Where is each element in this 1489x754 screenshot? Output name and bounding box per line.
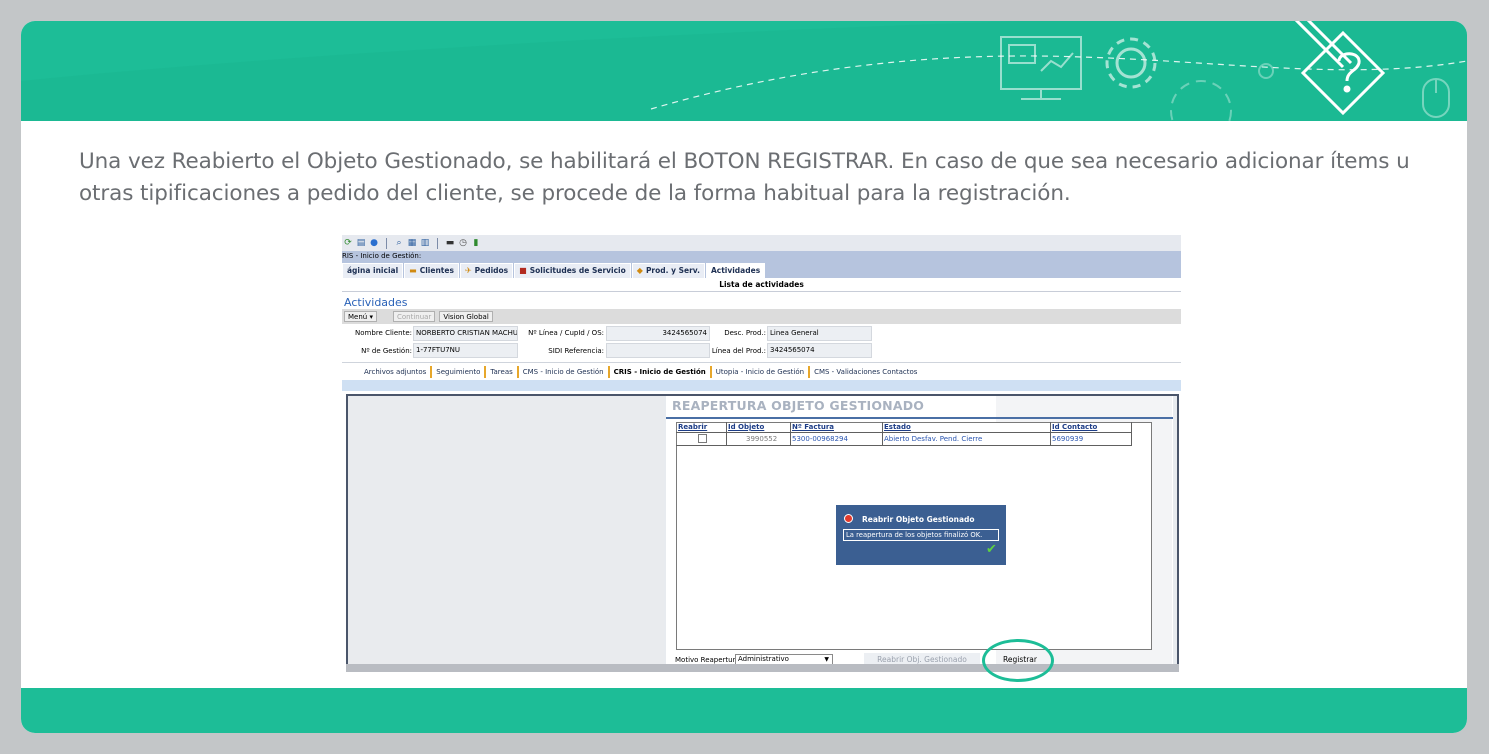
tab-label: Solicitudes de Servicio: [529, 266, 626, 275]
nro-linea-label: Nº Línea / CupId / OS:: [528, 329, 604, 337]
col-estado[interactable]: Estado: [884, 423, 911, 431]
header-banner: [21, 21, 1467, 121]
nombre-cliente-field[interactable]: NORBERTO CRISTIAN MACHUNS: [413, 326, 518, 341]
section-title: Actividades: [344, 296, 408, 309]
continuar-button[interactable]: Continuar: [392, 311, 436, 322]
desc-prod-field[interactable]: Linea General: [767, 326, 872, 341]
tab-pedidos[interactable]: ✈ Pedidos: [459, 263, 514, 278]
divider: [342, 362, 1181, 363]
tab-label: Pedidos: [474, 266, 509, 275]
grid-col-line: [1050, 422, 1051, 446]
tab-archivos-adjuntos[interactable]: Archivos adjuntos: [360, 366, 433, 378]
tab-prod-serv[interactable]: ◆ Prod. y Serv.: [631, 263, 705, 278]
grid-col-line: [1131, 422, 1132, 446]
cell-factura[interactable]: 5300-00968294: [792, 435, 848, 443]
tab-label: Actividades: [710, 266, 761, 275]
tab-pagina-inicial[interactable]: ágina inicial: [342, 263, 404, 278]
box-icon: ◆: [636, 266, 643, 275]
sidi-field[interactable]: [606, 343, 710, 358]
cell-id-contacto[interactable]: 5690939: [1052, 435, 1083, 443]
app-toolbar: ⟳ ▤ ● ⌕ ▦ ▥ ▬ ◷ ▮: [342, 235, 1181, 251]
reabrir-checkbox[interactable]: [698, 434, 707, 443]
tab-label: Clientes: [419, 266, 454, 275]
grid-col-line: [790, 422, 791, 446]
tab-tareas[interactable]: Tareas: [486, 366, 519, 378]
dialog-message: La reapertura de los objetos finalizó OK…: [843, 529, 999, 541]
chevron-down-icon: ▼: [824, 656, 829, 663]
intro-text: Una vez Reabierto el Objeto Gestionado, …: [79, 149, 1410, 206]
tab-actividades[interactable]: Actividades: [705, 263, 766, 278]
notes-icon[interactable]: ▥: [420, 238, 430, 248]
sidi-label: SIDI Referencia:: [548, 347, 604, 355]
cart-icon: ✈: [464, 266, 472, 275]
col-nro-factura[interactable]: Nº Factura: [792, 423, 834, 431]
cell-estado: Abierto Desfav. Pend. Cierre: [884, 435, 983, 443]
banner-decoration: [21, 21, 1467, 121]
checkmark-icon[interactable]: ✔: [986, 542, 997, 557]
tab-label: Prod. y Serv.: [645, 266, 700, 275]
col-id-contacto[interactable]: Id Contacto: [1052, 423, 1097, 431]
left-pane: [348, 396, 664, 664]
globe-icon[interactable]: ●: [369, 238, 379, 248]
motivo-label: Motivo Reapertura: [675, 656, 740, 664]
tab-cris-inicio[interactable]: CRIS - Inicio de Gestión: [610, 366, 712, 378]
nro-linea-field[interactable]: 3424565074: [606, 326, 710, 341]
chart-icon[interactable]: ▮: [471, 238, 481, 248]
grid-row-line: [676, 445, 1132, 446]
list-header: Lista de actividades: [342, 278, 1181, 292]
desc-prod-label: Desc. Prod.:: [724, 329, 766, 337]
col-id-objeto[interactable]: Id Objeto: [728, 423, 764, 431]
folder-icon: ▬: [409, 266, 417, 275]
tab-utopia-inicio[interactable]: Utopia - Inicio de Gestión: [712, 366, 811, 378]
grid-header-line: [676, 432, 1132, 433]
window-title: RIS - Inicio de Gestión:: [342, 251, 1181, 262]
sub-tabs: Archivos adjuntos Seguimiento Tareas CMS…: [360, 366, 921, 378]
registrar-highlight-circle: [982, 639, 1054, 682]
printer-icon[interactable]: ▬: [445, 238, 455, 248]
dialog-title: Reabrir Objeto Gestionado: [862, 515, 975, 524]
main-nav-tabs: ágina inicial ▬ Clientes ✈ Pedidos ■ Solici…: [342, 262, 1181, 278]
nombre-cliente-label: Nombre Cliente:: [355, 329, 412, 337]
menu-bar: Menú ▾ Continuar Vision Global: [342, 309, 1181, 324]
tab-solicitudes[interactable]: ■ Solicitudes de Servicio: [514, 263, 631, 278]
linea-prod-label: Línea del Prod.:: [711, 347, 766, 355]
tab-clientes[interactable]: ▬ Clientes: [404, 263, 459, 278]
tab-cms-validaciones[interactable]: CMS - Validaciones Contactos: [810, 366, 921, 378]
col-reabrir[interactable]: Reabrir: [678, 423, 707, 431]
document-icon[interactable]: ▤: [356, 238, 366, 248]
nro-gestion-label: Nº de Gestión:: [361, 347, 412, 355]
blue-strip: [342, 380, 1181, 391]
reapertura-title: REAPERTURA OBJETO GESTIONADO: [672, 398, 925, 413]
toolbox-icon: ■: [519, 266, 527, 275]
tab-seguimiento[interactable]: Seguimiento: [432, 366, 487, 378]
footer-bar: [21, 688, 1467, 733]
menu-button[interactable]: Menú ▾: [344, 311, 377, 322]
motivo-value: Administrativo: [738, 655, 789, 663]
grid-col-line: [726, 422, 727, 446]
bottom-scrollbar[interactable]: [346, 664, 1179, 672]
refresh-icon[interactable]: ⟳: [343, 238, 353, 248]
linea-prod-field[interactable]: 3424565074: [767, 343, 872, 358]
grid-col-line: [882, 422, 883, 446]
toolbar-separator: [437, 237, 438, 249]
calculator-icon[interactable]: ▦: [407, 238, 417, 248]
nro-gestion-field[interactable]: 1-77FTU7NU: [413, 343, 518, 358]
tab-cms-inicio[interactable]: CMS - Inicio de Gestión: [519, 366, 610, 378]
title-underline: [666, 417, 1173, 419]
toolbar-separator: [386, 237, 387, 249]
cell-id-objeto: 3990552: [746, 435, 778, 443]
app-screenshot: ⟳ ▤ ● ⌕ ▦ ▥ ▬ ◷ ▮ RIS - Inicio de Gestió…: [342, 235, 1181, 672]
tab-label: ágina inicial: [347, 266, 399, 275]
vision-global-button[interactable]: Vision Global: [439, 311, 493, 322]
alert-icon: [844, 514, 853, 523]
clock-icon[interactable]: ◷: [458, 238, 468, 248]
search-icon[interactable]: ⌕: [394, 238, 404, 248]
reabrir-dialog: Reabrir Objeto Gestionado La reapertura …: [836, 505, 1006, 565]
